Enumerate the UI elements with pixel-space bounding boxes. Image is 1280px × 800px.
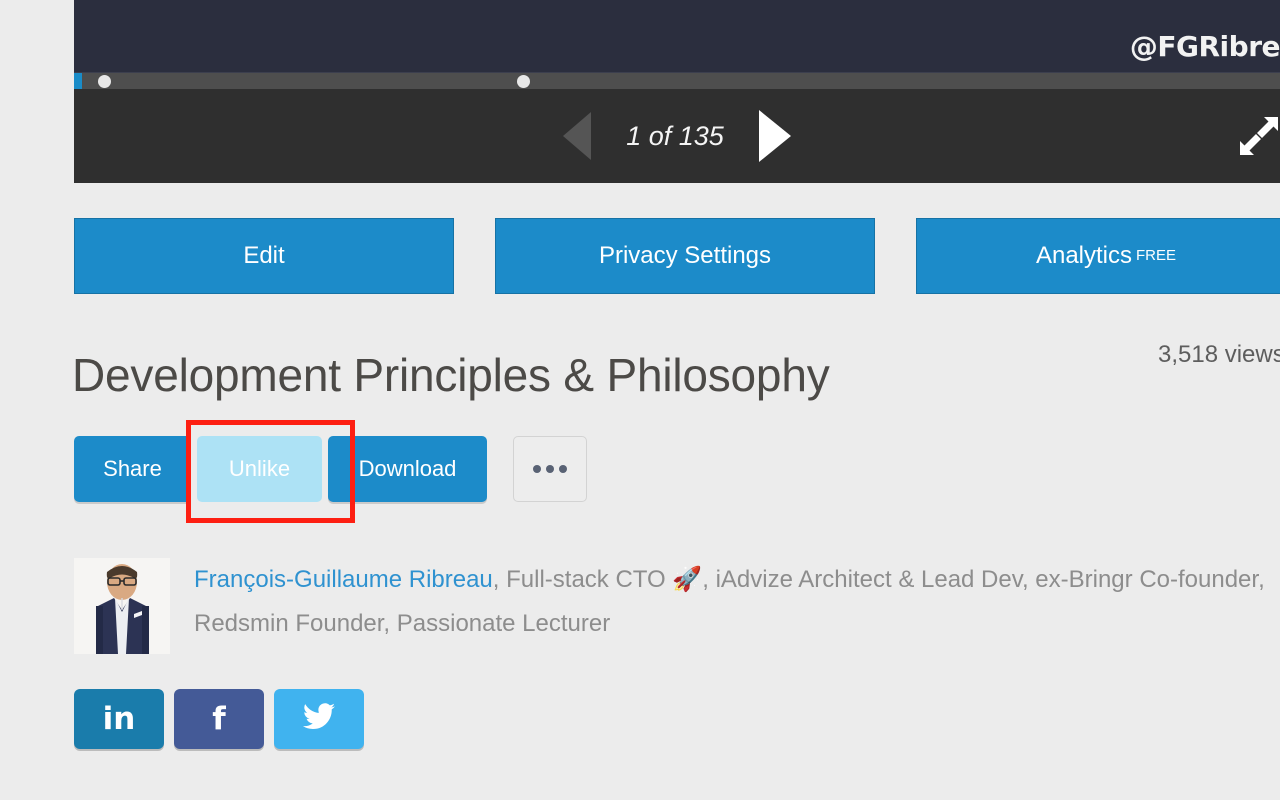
share-button-label: Share: [103, 456, 162, 481]
view-count: 3,518 views: [1158, 341, 1280, 368]
edit-button[interactable]: Edit: [74, 218, 454, 294]
ellipsis-icon: [533, 465, 541, 473]
deck-owner-toolbar: Edit Privacy Settings Analytics FREE: [74, 218, 1280, 294]
slide-counter: 1 of 135: [626, 120, 724, 151]
scrubber-marker-dot[interactable]: [517, 75, 530, 88]
player-controls-bar: 1 of 135: [74, 89, 1280, 183]
slide-progress-scrubber[interactable]: [74, 72, 1280, 90]
slide-watermark: @FGRibre: [1129, 30, 1280, 63]
author-name-link[interactable]: François-Guillaume Ribreau: [194, 566, 493, 593]
more-options-button[interactable]: [513, 436, 587, 502]
facebook-icon: f: [212, 700, 226, 737]
unlike-button-label: Unlike: [228, 456, 291, 481]
author-block: François-Guillaume Ribreau, Full-stack C…: [74, 558, 1280, 654]
download-button[interactable]: Download: [328, 436, 487, 502]
edit-button-label: Edit: [243, 242, 285, 269]
privacy-settings-button[interactable]: Privacy Settings: [495, 218, 875, 294]
facebook-share-button[interactable]: f: [174, 689, 264, 749]
ellipsis-icon: [559, 465, 567, 473]
twitter-share-button[interactable]: [274, 689, 364, 749]
next-slide-icon[interactable]: [759, 110, 791, 162]
slide-canvas[interactable]: @FGRibre: [74, 0, 1280, 72]
twitter-icon: [302, 702, 336, 736]
scrubber-progress-fill: [74, 73, 82, 90]
download-button-label: Download: [358, 456, 457, 481]
scrubber-marker-dot[interactable]: [98, 75, 111, 88]
slideshare-presentation-page: @FGRibre 1 of 135 Edit Privacy Settings …: [0, 0, 1280, 800]
privacy-settings-button-label: Privacy Settings: [598, 242, 772, 269]
previous-slide-icon[interactable]: [563, 112, 591, 160]
analytics-button-label: Analytics: [1035, 242, 1133, 269]
avatar[interactable]: [74, 558, 170, 654]
fullscreen-icon[interactable]: [1236, 111, 1280, 161]
unlike-button[interactable]: Unlike: [197, 436, 322, 502]
author-description: François-Guillaume Ribreau, Full-stack C…: [194, 558, 1280, 646]
social-share-row: in f: [74, 689, 364, 749]
linkedin-share-button[interactable]: in: [74, 689, 164, 749]
analytics-button[interactable]: Analytics FREE: [916, 218, 1280, 294]
slide-player: @FGRibre 1 of 135: [74, 0, 1280, 183]
linkedin-icon: in: [102, 700, 136, 737]
page-title: Development Principles & Philosophy: [72, 349, 830, 401]
share-button[interactable]: Share: [74, 436, 191, 502]
ellipsis-icon: [546, 465, 554, 473]
deck-action-buttons: Share Unlike Download: [74, 436, 587, 502]
